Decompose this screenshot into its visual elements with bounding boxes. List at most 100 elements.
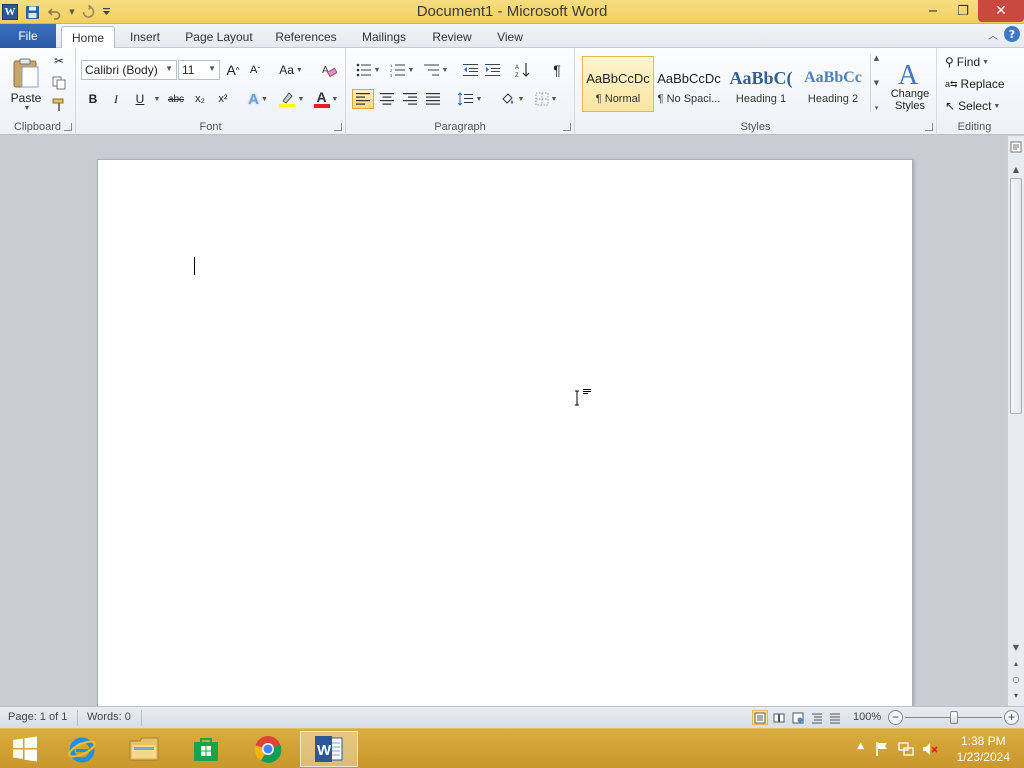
cut-icon[interactable]: ✂ [50, 52, 68, 70]
ruler-toggle-icon[interactable] [1008, 140, 1024, 154]
scroll-down-icon[interactable]: ▼ [1008, 640, 1024, 654]
zoom-slider-knob[interactable] [950, 711, 958, 724]
font-size-value: 11 [182, 63, 195, 77]
chrome-icon [254, 736, 282, 763]
line-spacing-icon [457, 92, 473, 106]
zoom-level[interactable]: 100% [853, 711, 881, 723]
bold-button[interactable]: B [84, 90, 102, 108]
align-left-button[interactable] [352, 89, 374, 109]
clipboard-launcher-icon[interactable] [64, 123, 72, 131]
grow-font-button[interactable]: A ^ [224, 60, 242, 80]
zoom-in-button[interactable]: + [1004, 710, 1019, 725]
styles-group: AaBbCcDc ¶ Normal AaBbCcDc ¶ No Spaci...… [575, 48, 937, 135]
styles-more-icon[interactable]: ▾ [875, 104, 879, 112]
sort-icon[interactable]: AZ [514, 61, 532, 79]
window-title: Document1 - Microsoft Word [416, 3, 608, 20]
web-layout-icon[interactable] [790, 710, 806, 725]
tab-page-layout[interactable]: Page Layout [180, 26, 258, 48]
styles-launcher-icon[interactable] [925, 123, 933, 131]
full-screen-reading-icon[interactable] [771, 710, 787, 725]
word-taskbar-button[interactable]: W [300, 731, 358, 767]
font-name-combo[interactable]: Calibri (Body) ▼ [81, 60, 177, 80]
tab-file[interactable]: File [0, 24, 56, 48]
bullets-button[interactable]: ▼ [354, 60, 382, 80]
text-effects-button[interactable]: A ▼ [244, 89, 272, 109]
previous-page-icon[interactable]: ▴ [1008, 656, 1024, 670]
copy-icon[interactable] [50, 74, 68, 92]
word-count[interactable]: Words: 0 [87, 711, 131, 723]
numbering-button[interactable]: 1 2 3 ▼ [388, 60, 416, 80]
font-size-combo[interactable]: 11 ▼ [178, 60, 220, 80]
select-browse-object-icon[interactable]: ○ [1008, 672, 1024, 686]
show-formatting-marks-button[interactable]: ¶ [548, 61, 566, 79]
clock[interactable]: 1:38 PM 1/23/2024 [957, 733, 1010, 765]
change-styles-button[interactable]: A Change Styles [887, 54, 933, 116]
internet-explorer-taskbar-button[interactable] [54, 731, 110, 767]
underline-button[interactable]: U [131, 90, 149, 108]
store-taskbar-button[interactable] [178, 731, 234, 767]
volume-muted-icon[interactable] [922, 741, 938, 757]
clear-formatting-icon[interactable]: A [320, 61, 338, 79]
zoom-out-button[interactable]: − [888, 710, 903, 725]
font-color-button[interactable]: A ▼ [311, 89, 341, 109]
superscript-button[interactable]: x² [213, 90, 233, 108]
tab-view[interactable]: View [490, 26, 530, 48]
style-no-spacing[interactable]: AaBbCcDc ¶ No Spaci... [653, 56, 725, 112]
increase-indent-icon[interactable] [484, 61, 502, 79]
outline-view-icon[interactable] [809, 710, 825, 725]
scroll-thumb[interactable] [1010, 178, 1022, 414]
scroll-up-icon[interactable]: ▲ [1008, 162, 1024, 176]
font-launcher-icon[interactable] [334, 123, 342, 131]
show-hidden-icons[interactable]: ▲ [857, 741, 864, 751]
styles-scroll-down-icon[interactable]: ▼ [874, 79, 879, 87]
shading-button[interactable]: ▼ [498, 89, 526, 109]
maximize-button[interactable]: ❐ [948, 0, 978, 22]
highlight-color-button[interactable]: ▼ [276, 89, 306, 109]
decrease-indent-icon[interactable] [462, 61, 480, 79]
change-case-button[interactable]: Aa ▼ [278, 60, 304, 80]
tab-mailings[interactable]: Mailings [354, 26, 414, 48]
styles-scroll-up-icon[interactable]: ▲ [874, 54, 879, 62]
tab-insert[interactable]: Insert [122, 26, 168, 48]
chrome-taskbar-button[interactable] [240, 731, 296, 767]
multilevel-list-button[interactable]: ▼ [422, 60, 450, 80]
align-right-button[interactable] [399, 89, 421, 109]
borders-button[interactable]: ▼ [532, 89, 560, 109]
paragraph-group-label: Paragraph [434, 121, 486, 133]
line-spacing-button[interactable]: ▼ [456, 89, 484, 109]
tab-review[interactable]: Review [426, 26, 478, 48]
start-button[interactable] [0, 731, 50, 767]
draft-view-icon[interactable] [827, 710, 843, 725]
underline-dropdown-icon[interactable]: ▼ [151, 90, 161, 108]
minimize-button[interactable]: − [918, 0, 948, 22]
network-icon[interactable] [898, 741, 914, 757]
minimize-ribbon-icon[interactable]: ︿ [988, 27, 998, 42]
print-layout-view-icon[interactable] [752, 710, 768, 725]
select-button[interactable]: ↖ Select ▼ [945, 96, 1000, 116]
file-explorer-taskbar-button[interactable] [116, 731, 172, 767]
style-heading-2[interactable]: AaBbCc Heading 2 [797, 56, 869, 112]
subscript-button[interactable]: x₂ [190, 90, 210, 108]
style-heading-1[interactable]: AaBbC( Heading 1 [725, 56, 797, 112]
next-page-icon[interactable]: ▾ [1008, 688, 1024, 702]
style-normal[interactable]: AaBbCcDc ¶ Normal [582, 56, 654, 112]
close-button[interactable]: ✕ [978, 0, 1024, 22]
help-icon[interactable]: ? [1004, 26, 1020, 42]
find-button[interactable]: ⚲ Find ▼ [945, 52, 989, 72]
replace-button[interactable]: a⇆ Replace [945, 74, 1005, 94]
justify-button[interactable] [422, 89, 444, 109]
page-count[interactable]: Page: 1 of 1 [8, 711, 67, 723]
tab-home[interactable]: Home [61, 26, 115, 49]
format-painter-icon[interactable] [50, 96, 68, 114]
document-page[interactable] [97, 159, 913, 706]
vertical-scrollbar[interactable]: ▲ ▼ ▴ ○ ▾ [1007, 136, 1024, 706]
tab-references[interactable]: References [270, 26, 342, 48]
strikethrough-button[interactable]: abc [165, 90, 187, 108]
paragraph-launcher-icon[interactable] [563, 123, 571, 131]
paste-button[interactable]: Paste ▼ [4, 52, 48, 116]
shrink-font-button[interactable]: Aˇ [246, 60, 264, 80]
italic-button[interactable]: I [107, 90, 125, 108]
align-center-button[interactable] [376, 89, 398, 109]
action-center-flag-icon[interactable] [874, 741, 890, 757]
windows-logo-icon [13, 736, 37, 762]
